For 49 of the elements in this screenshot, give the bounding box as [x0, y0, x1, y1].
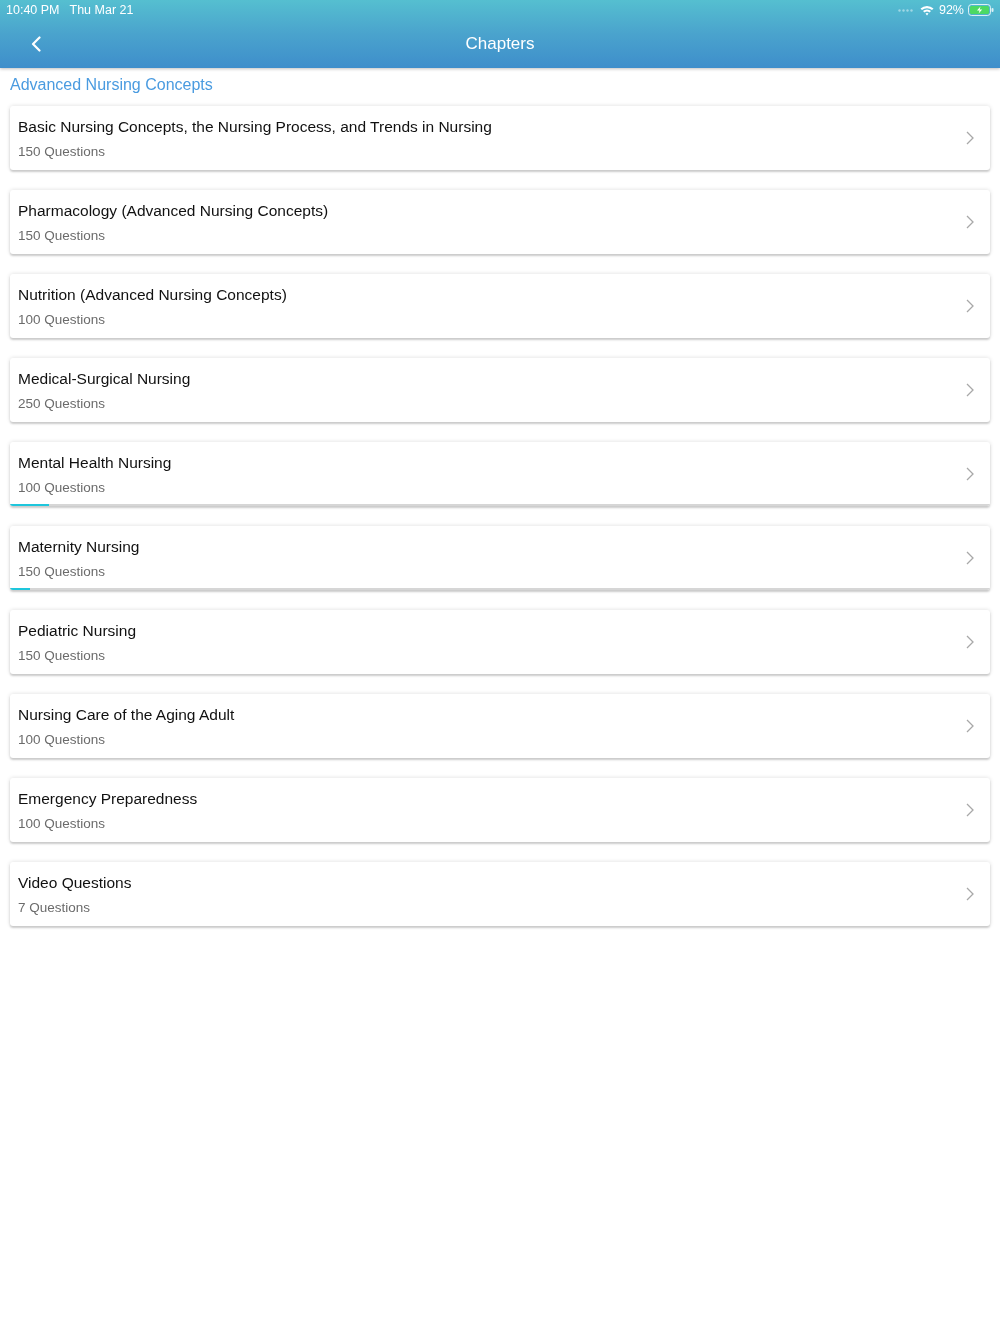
question-count: 150 Questions	[18, 647, 106, 663]
chapter-title: Basic Nursing Concepts, the Nursing Process, and Trends in Nursing	[18, 117, 492, 136]
chapter-card[interactable]: Mental Health Nursing 100 Questions	[10, 442, 990, 506]
chapter-title: Video Questions	[18, 873, 132, 892]
question-count: 100 Questions	[18, 731, 106, 747]
question-count: 100 Questions	[18, 311, 106, 327]
page-title: Chapters	[465, 34, 535, 54]
chapter-card[interactable]: Medical-Surgical Nursing 250 Questions	[10, 358, 990, 422]
chevron-right-icon	[966, 383, 974, 397]
chapter-title: Pharmacology (Advanced Nursing Concepts)	[18, 201, 329, 220]
battery-charging-icon	[968, 4, 994, 16]
chapter-title: Nursing Care of the Aging Adult	[18, 705, 235, 724]
chapter-card[interactable]: Pediatric Nursing 150 Questions	[10, 610, 990, 674]
cellular-signal-icon	[897, 8, 914, 12]
chevron-right-icon	[966, 467, 974, 481]
chapter-title: Pediatric Nursing	[18, 621, 137, 640]
chevron-right-icon	[966, 551, 974, 565]
chevron-right-icon	[966, 719, 974, 733]
status-date: Thu Mar 21	[69, 3, 134, 17]
chevron-right-icon	[966, 131, 974, 145]
chapter-title: Mental Health Nursing	[18, 453, 172, 472]
chapter-title: Nutrition (Advanced Nursing Concepts)	[18, 285, 287, 304]
chapter-card[interactable]: Nursing Care of the Aging Adult 100 Questions	[10, 694, 990, 758]
chevron-right-icon	[966, 803, 974, 817]
chapter-card[interactable]: Maternity Nursing 150 Questions	[10, 526, 990, 590]
chapter-title: Maternity Nursing	[18, 537, 140, 556]
battery-percentage: 92%	[938, 3, 964, 17]
chapter-title: Emergency Preparedness	[18, 789, 198, 808]
chevron-right-icon	[966, 887, 974, 901]
question-count: 100 Questions	[18, 479, 106, 495]
question-count: 250 Questions	[18, 395, 106, 411]
chevron-right-icon	[966, 635, 974, 649]
chapter-card[interactable]: Video Questions 7 Questions	[10, 862, 990, 926]
back-chevron-icon	[31, 36, 41, 52]
chevron-right-icon	[966, 215, 974, 229]
chapter-title: Medical-Surgical Nursing	[18, 369, 191, 388]
chapter-card[interactable]: Basic Nursing Concepts, the Nursing Process, and Trends in Nursing 150 Questions	[10, 106, 990, 170]
question-count: 150 Questions	[18, 143, 106, 159]
section-title: Advanced Nursing Concepts	[10, 76, 213, 94]
question-count: 150 Questions	[18, 563, 106, 579]
chapter-card[interactable]: Emergency Preparedness 100 Questions	[10, 778, 990, 842]
question-count: 150 Questions	[18, 227, 106, 243]
question-count: 100 Questions	[18, 815, 106, 831]
wifi-icon	[919, 4, 934, 16]
chapter-card[interactable]: Pharmacology (Advanced Nursing Concepts) 150 Questions	[10, 190, 990, 254]
chevron-right-icon	[966, 299, 974, 313]
chapter-card[interactable]: Nutrition (Advanced Nursing Concepts) 100 Questions	[10, 274, 990, 338]
question-count: 7 Questions	[18, 899, 91, 915]
status-time: 10:40 PM	[6, 3, 60, 17]
